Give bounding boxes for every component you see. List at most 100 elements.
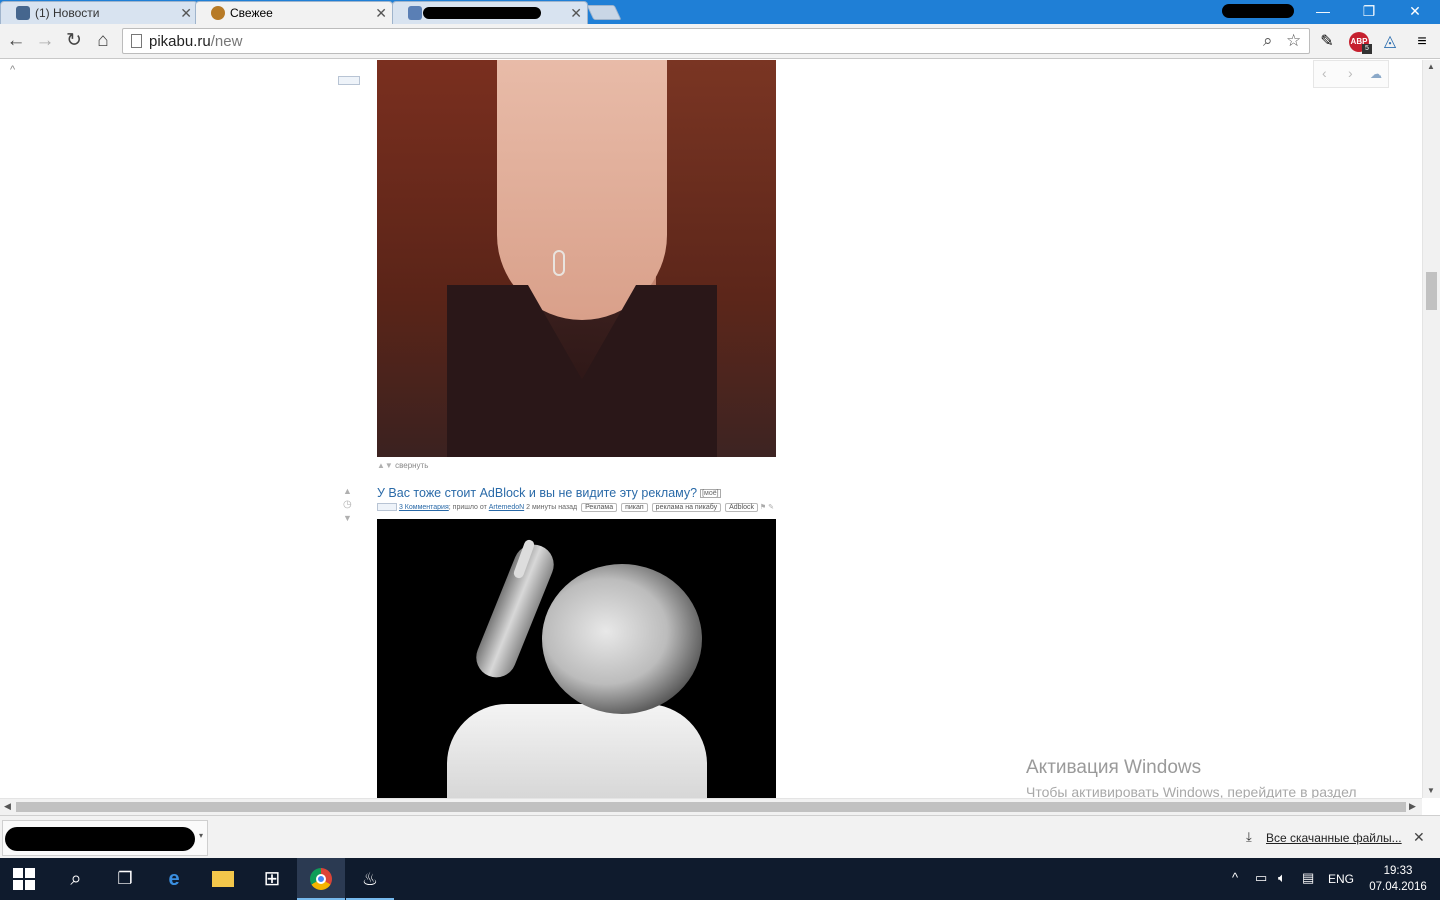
post2-title-text[interactable]: У Вас тоже стоит AdBlock и вы не видите … — [377, 486, 697, 500]
chrome-logo — [310, 868, 332, 890]
forward-icon[interactable]: → — [32, 29, 58, 55]
search-icon[interactable]: ⌕ — [52, 858, 100, 900]
activation-watermark-subtitle: Чтобы активировать Windows, перейдите в … — [1026, 784, 1357, 798]
home-icon[interactable]: ⌂ — [90, 29, 116, 55]
clock-time: 19:33 — [1383, 865, 1413, 877]
close-window-button[interactable]: ✕ — [1392, 0, 1438, 24]
scroll-up-icon[interactable]: ▲ — [1427, 62, 1435, 71]
vertical-scroll-thumb[interactable] — [1426, 272, 1437, 310]
redacted-tab-title — [423, 7, 541, 19]
tag-0[interactable]: Реклама — [581, 503, 618, 512]
post-image-redhead — [377, 60, 776, 457]
tab-redacted[interactable]: ✕ — [392, 1, 588, 24]
comments-link[interactable]: 3 Комментария — [399, 504, 449, 511]
scroll-down-icon[interactable]: ▼ — [1427, 786, 1435, 795]
address-bar[interactable]: pikabu.ru/new ⌕ ☆ — [122, 28, 1310, 54]
pikabu-favicon-icon — [211, 6, 225, 20]
extension-pen-icon[interactable]: ✎ — [1315, 30, 1339, 54]
download-icon: ⤓ — [1246, 829, 1252, 844]
system-clock[interactable]: 19:33 07.04.2016 — [1366, 863, 1430, 895]
tab-news[interactable]: (1) Новости ✕ — [0, 1, 198, 24]
extension-drop-icon[interactable]: ◬ — [1378, 30, 1402, 54]
sidebar-collapse-button[interactable]: ^ — [10, 64, 15, 76]
vertical-scrollbar[interactable]: ▲ ▼ — [1422, 60, 1440, 798]
windows-logo-icon — [13, 868, 35, 890]
clock-date: 07.04.2016 — [1369, 881, 1427, 893]
horizontal-scrollbar[interactable]: ◀ ▶ — [0, 798, 1422, 815]
post-nav-widget: ‹ › ☁ — [1313, 60, 1389, 88]
download-item[interactable]: ▾ — [2, 820, 208, 856]
page-icon — [131, 34, 142, 48]
cloud-icon[interactable]: ☁ — [1370, 67, 1382, 81]
tab-close-icon[interactable]: ✕ — [180, 5, 192, 22]
skin-area — [497, 60, 667, 320]
chrome-icon[interactable] — [297, 858, 345, 900]
menu-icon[interactable]: ≡ — [1410, 30, 1434, 54]
browser-toolbar: ← → ↻ ⌂ pikabu.ru/new ⌕ ☆ ✎ ABP 5 ◬ ≡ — [0, 24, 1440, 59]
post2-title[interactable]: У Вас тоже стоит AdBlock и вы не видите … — [377, 486, 721, 500]
url-path: /new — [210, 33, 243, 50]
show-all-downloads-link[interactable]: Все скачанные файлы... — [1266, 831, 1402, 845]
input-language[interactable]: ENG — [1328, 872, 1354, 886]
head — [542, 564, 702, 714]
post-view-toggle[interactable] — [338, 76, 360, 85]
back-icon[interactable]: ← — [3, 29, 29, 55]
browser-tab-strip: (1) Новости ✕ Свежее ✕ ✕ — ❐ ✕ — [0, 0, 1440, 25]
new-tab-button[interactable] — [586, 5, 622, 20]
redacted-download-name — [5, 827, 195, 851]
horizontal-scroll-thumb[interactable] — [16, 802, 1406, 812]
url-text: pikabu.ru/new — [149, 33, 242, 50]
tab-close-icon[interactable]: ✕ — [570, 5, 582, 22]
scroll-right-icon[interactable]: ▶ — [1409, 801, 1416, 812]
restore-button[interactable]: ❐ — [1346, 0, 1392, 24]
network-icon[interactable]: ▭ — [1255, 870, 1267, 886]
tag-3[interactable]: Adblock — [725, 503, 758, 512]
windows-taskbar: ⌕ ❐ e ⊞ ♨ ^ ▭ 🔈︎ ▤ ENG 19:33 07.04.2016 — [0, 858, 1440, 900]
chevron-down-icon[interactable]: ▾ — [199, 831, 203, 840]
downvote-icon[interactable]: ▼ — [343, 513, 352, 523]
downloads-bar: ▾ ⤓ Все скачанные файлы... ✕ — [0, 815, 1440, 858]
tab-fresh[interactable]: Свежее ✕ — [195, 1, 393, 25]
pendant — [553, 250, 565, 276]
collapse-link[interactable]: свернуть — [395, 461, 428, 470]
steam-icon[interactable]: ♨ — [346, 858, 394, 900]
close-downloads-button[interactable]: ✕ — [1413, 829, 1425, 846]
bookmark-star-icon[interactable]: ☆ — [1286, 31, 1301, 51]
post-image-baby — [377, 519, 776, 798]
scroll-left-icon[interactable]: ◀ — [4, 801, 11, 812]
activation-watermark-title: Активация Windows — [1026, 757, 1202, 778]
edge-icon[interactable]: e — [150, 858, 198, 900]
author-link[interactable]: ArtemedoN — [489, 504, 524, 511]
show-hidden-icons-chevron-icon[interactable]: ^ — [1232, 870, 1238, 885]
next-post-button[interactable]: › — [1348, 65, 1353, 81]
site-favicon-icon — [408, 6, 422, 20]
vk-favicon-icon — [16, 6, 30, 20]
tag-1[interactable]: пикап — [621, 503, 648, 512]
volume-icon[interactable]: 🔈︎ — [1278, 870, 1286, 886]
post-type-icon — [377, 503, 397, 512]
page-viewport: ^ ▲▼ свернуть ▲ ◷ ▼ У Вас тоже стоит AdB… — [0, 60, 1422, 798]
start-button[interactable] — [0, 858, 48, 900]
reload-icon[interactable]: ↻ — [61, 29, 87, 55]
shirt — [447, 704, 707, 798]
store-icon[interactable]: ⊞ — [248, 858, 296, 900]
tab-label: Свежее — [230, 6, 273, 20]
chrome-center — [316, 874, 326, 884]
tab-label: (1) Новости — [35, 6, 100, 20]
vote-arrows-icon[interactable]: ▲▼ — [377, 461, 393, 470]
prev-post-button[interactable]: ‹ — [1322, 65, 1327, 81]
my-post-tag: [моё] — [700, 489, 721, 499]
zoom-icon[interactable]: ⌕ — [1263, 31, 1273, 51]
rating-clock-icon: ◷ — [343, 499, 352, 510]
post-actions-icon[interactable]: ⚑ ✎ — [760, 504, 774, 511]
action-center-icon[interactable]: ▤ — [1302, 870, 1314, 886]
posted-by-text: ; пришло от — [448, 504, 487, 511]
minimize-button[interactable]: — — [1300, 0, 1346, 24]
post2-meta: 3 Комментария; пришло от ArtemedoN 2 мин… — [377, 503, 774, 512]
folder-shape — [212, 871, 234, 887]
upvote-icon[interactable]: ▲ — [343, 486, 352, 496]
tab-close-icon[interactable]: ✕ — [375, 5, 387, 22]
tag-2[interactable]: реклама на пикабу — [651, 503, 722, 512]
task-view-icon[interactable]: ❐ — [101, 858, 149, 900]
file-explorer-icon[interactable] — [199, 858, 247, 900]
